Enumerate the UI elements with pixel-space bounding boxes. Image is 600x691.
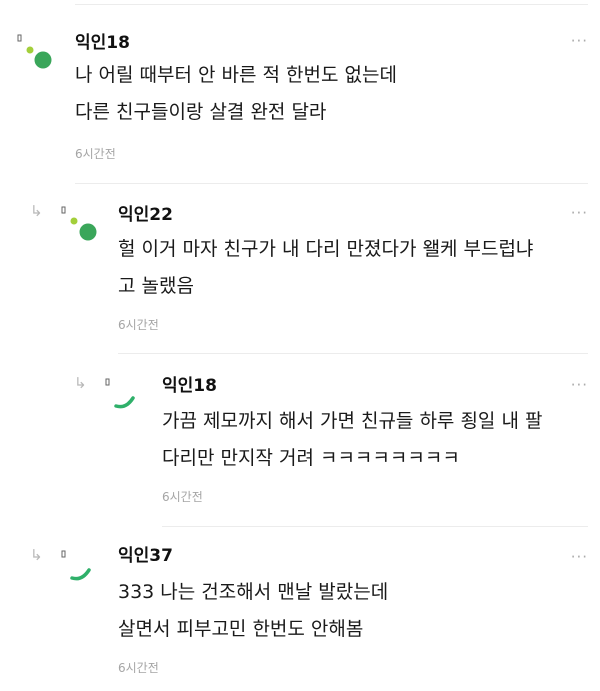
- comment-timestamp: 6시간전: [118, 318, 159, 332]
- comment-text-line: 가끔 제모까지 해서 가면 친규들 하루 죙일 내 팔: [162, 410, 543, 432]
- comment-text-line: 다른 친구들이랑 살결 완전 달라: [75, 101, 327, 123]
- more-options-button[interactable]: ···: [571, 378, 588, 393]
- reply-arrow-icon: ↳: [30, 202, 43, 220]
- dots-avatar-icon: [17, 34, 52, 69]
- comment-timestamp: 6시간전: [162, 490, 203, 504]
- dots-avatar-icon: [61, 206, 97, 241]
- comment-divider: [118, 353, 588, 354]
- reply-arrow-icon: ↳: [74, 374, 87, 392]
- comment-author[interactable]: 익인22: [118, 205, 173, 225]
- reply-arrow-icon: ↳: [30, 546, 43, 564]
- comment-timestamp: 6시간전: [118, 661, 159, 675]
- arc-avatar-icon: [105, 378, 135, 409]
- more-options-button[interactable]: ···: [571, 206, 588, 221]
- more-options-button[interactable]: ···: [571, 34, 588, 49]
- comment-timestamp: 6시간전: [75, 147, 116, 161]
- arc-avatar-icon: [61, 550, 91, 581]
- comment-divider: [75, 183, 588, 184]
- comment-author[interactable]: 익인18: [75, 33, 130, 53]
- comment-divider: [162, 526, 588, 527]
- more-options-button[interactable]: ···: [571, 550, 588, 565]
- comment-text-line: 333 나는 건조해서 맨날 발랐는데: [118, 581, 389, 603]
- comment-text-line: 나 어릴 때부터 안 바른 적 한번도 없는데: [75, 64, 397, 86]
- top-divider: [75, 4, 588, 5]
- comment-author[interactable]: 익인37: [118, 546, 173, 566]
- comment-text-line: 다리만 만지작 거려 ㅋㅋㅋㅋㅋㅋㅋㅋ: [162, 447, 460, 469]
- comment-text-line: 고 놀랬음: [118, 275, 194, 297]
- comment-author[interactable]: 익인18: [162, 376, 217, 396]
- comment-text-line: 살면서 피부고민 한번도 안해봄: [118, 618, 364, 640]
- comment-text-line: 헐 이거 마자 친구가 내 다리 만졌다가 왤케 부드럽냐: [118, 238, 534, 260]
